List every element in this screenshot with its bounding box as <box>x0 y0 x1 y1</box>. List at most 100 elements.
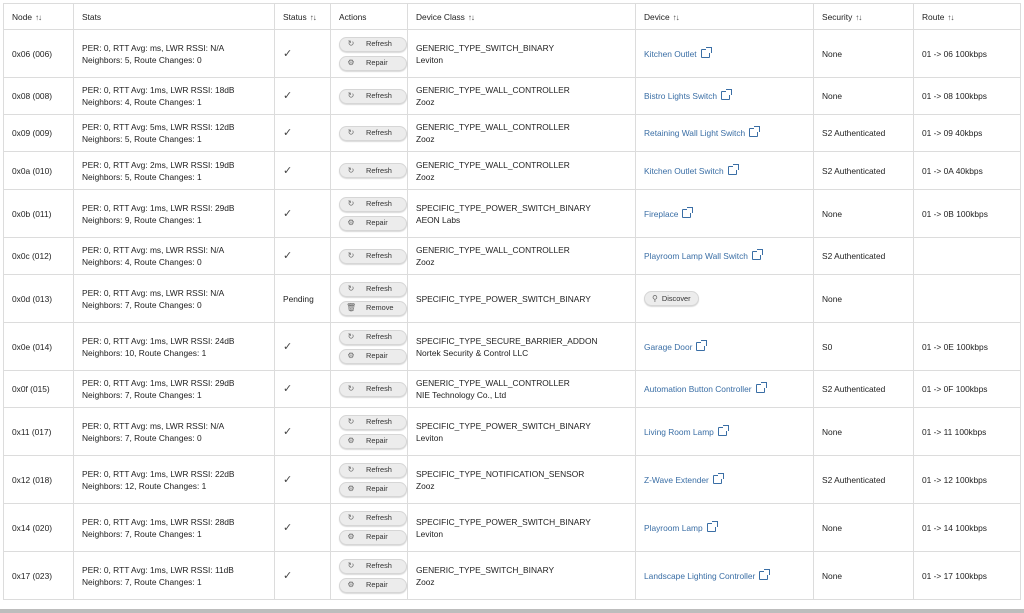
status-cell: ✓ <box>274 551 331 600</box>
table-row: 0x0e (014) PER: 0, RTT Avg: 1ms, LWR RSSI… <box>3 322 1021 371</box>
external-link-icon[interactable] <box>721 89 733 100</box>
stats-line-2: Neighbors: 7, Route Changes: 0 <box>82 432 202 443</box>
device-link[interactable]: Landscape Lighting Controller <box>644 571 755 581</box>
table-row: 0x09 (009) PER: 0, RTT Avg: 5ms, LWR RSSI… <box>3 114 1021 152</box>
stats-line-1: PER: 0, RTT Avg: 1ms, LWR RSSI: 24dB <box>82 335 235 346</box>
device-link[interactable]: Playroom Lamp Wall Switch <box>644 251 748 261</box>
device-manufacturer: AEON Labs <box>416 214 461 225</box>
device-link[interactable]: Living Room Lamp <box>644 427 714 437</box>
device-link[interactable]: Garage Door <box>644 342 692 352</box>
discover-button[interactable]: ⚲ Discover <box>644 291 699 306</box>
button-label: Repair <box>366 58 388 67</box>
external-link-icon[interactable] <box>727 163 739 175</box>
external-link-icon[interactable] <box>682 206 694 218</box>
refresh-button[interactable]: ↻ Refresh <box>339 36 407 52</box>
repair-button[interactable]: ⚙ Repair <box>339 529 407 545</box>
repair-button[interactable]: ⚙ Repair <box>339 433 407 449</box>
device-link[interactable]: Retaining Wall Light Switch <box>644 128 745 138</box>
external-link-icon[interactable] <box>751 249 763 260</box>
node-cell: 0x11 (017) <box>3 407 74 456</box>
node-id: 0x08 (008) <box>12 91 53 101</box>
column-header-status[interactable]: Status ↑↓ <box>274 3 331 30</box>
node-id: 0x0e (014) <box>12 341 53 352</box>
stats-line-2: Neighbors: 5, Route Changes: 1 <box>82 134 202 144</box>
route-text: 01 -> 0F 100kbps <box>922 384 988 394</box>
refresh-button[interactable]: ↻ Refresh <box>339 381 407 397</box>
security-cell: None <box>813 29 914 78</box>
refresh-button[interactable]: ↻ Refresh <box>339 88 407 104</box>
refresh-button[interactable]: ↻ Refresh <box>339 125 407 141</box>
column-header-route[interactable]: Route ↑↓ <box>913 3 1021 30</box>
external-link-icon[interactable] <box>706 520 718 532</box>
table-row: 0x0c (012) PER: 0, RTT Avg: ms, LWR RSSI:… <box>3 237 1021 275</box>
device-class-cell: GENERIC_TYPE_WALL_CONTROLLER Zooz <box>407 237 636 275</box>
column-header-device[interactable]: Device ↑↓ <box>635 3 814 30</box>
refresh-button[interactable]: ↻ Refresh <box>339 558 407 574</box>
stats-line-2: Neighbors: 10, Route Changes: 1 <box>82 347 207 358</box>
actions-cell: ↻ Refresh ⚙ Repair <box>330 322 408 371</box>
status-cell: Pending <box>274 274 331 323</box>
actions-cell: ↻ Refresh <box>330 114 408 152</box>
security-level: S0 <box>822 341 833 352</box>
device-class-type: SPECIFIC_TYPE_SECURE_BARRIER_ADDON <box>416 335 598 346</box>
column-header-device-class[interactable]: Device Class ↑↓ <box>407 3 636 30</box>
refresh-button[interactable]: ↻ Refresh <box>339 196 407 212</box>
device-cell: Bistro Lights Switch <box>635 77 814 115</box>
repair-button[interactable]: ⚙ Repair <box>339 481 407 497</box>
column-header-security[interactable]: Security ↑↓ <box>813 3 914 30</box>
refresh-button[interactable]: ↻ Refresh <box>339 329 407 345</box>
security-cell: None <box>813 551 914 600</box>
device-link[interactable]: Z-Wave Extender <box>644 475 709 485</box>
sort-icon[interactable]: ↑↓ <box>468 13 475 22</box>
device-class-type: SPECIFIC_TYPE_POWER_SWITCH_BINARY <box>416 420 591 431</box>
button-label: Refresh <box>366 91 392 100</box>
refresh-button[interactable]: ↻ Refresh <box>339 248 407 264</box>
repair-button[interactable]: ⚙ Repair <box>339 215 407 231</box>
external-link-icon[interactable] <box>696 339 708 351</box>
device-link[interactable]: Bistro Lights Switch <box>644 91 717 101</box>
column-header-node[interactable]: Node ↑↓ <box>3 3 74 30</box>
refresh-button[interactable]: ↻ Refresh <box>339 462 407 478</box>
stats-line-1: PER: 0, RTT Avg: 1ms, LWR RSSI: 22dB <box>82 468 235 479</box>
horizontal-scrollbar[interactable] <box>0 609 1024 613</box>
device-manufacturer: Leviton <box>416 54 444 65</box>
device-link[interactable]: Playroom Lamp <box>644 523 703 533</box>
table-row: 0x12 (018) PER: 0, RTT Avg: 1ms, LWR RSSI… <box>3 455 1021 504</box>
sort-icon[interactable]: ↑↓ <box>35 13 42 22</box>
sort-icon[interactable]: ↑↓ <box>310 13 317 22</box>
sort-icon[interactable]: ↑↓ <box>673 13 680 22</box>
device-manufacturer: Zooz <box>416 97 435 107</box>
repair-button[interactable]: ⚙ Repair <box>339 55 407 71</box>
external-link-icon[interactable] <box>700 46 712 58</box>
device-link[interactable]: Kitchen Outlet <box>644 49 697 59</box>
external-link-icon[interactable] <box>712 472 724 484</box>
device-class-type: SPECIFIC_TYPE_POWER_SWITCH_BINARY <box>416 516 591 527</box>
device-class-cell: GENERIC_TYPE_WALL_CONTROLLER Zooz <box>407 77 636 115</box>
repair-button[interactable]: ⚙ Repair <box>339 348 407 364</box>
button-label: Refresh <box>366 332 392 341</box>
stats-line-1: PER: 0, RTT Avg: ms, LWR RSSI: N/A <box>82 420 225 431</box>
refresh-button[interactable]: ↻ Refresh <box>339 281 407 297</box>
device-link[interactable]: Fireplace <box>644 209 678 219</box>
external-link-icon[interactable] <box>759 568 771 580</box>
external-link-icon[interactable] <box>717 424 729 436</box>
sort-icon[interactable]: ↑↓ <box>947 13 954 22</box>
external-link-icon[interactable] <box>749 126 761 137</box>
security-cell: S2 Authenticated <box>813 114 914 152</box>
repair-button[interactable]: ⚙ Repair <box>339 577 407 593</box>
refresh-button[interactable]: ↻ Refresh <box>339 163 407 178</box>
device-cell: Kitchen Outlet <box>635 29 814 78</box>
device-manufacturer: Nortek Security & Control LLC <box>416 347 529 358</box>
refresh-icon: ↻ <box>347 199 355 208</box>
remove-button[interactable]: 🗑 Remove <box>339 300 407 316</box>
device-cell: ⚲ Discover <box>635 274 814 323</box>
device-link[interactable]: Kitchen Outlet Switch <box>644 166 724 176</box>
external-link-icon[interactable] <box>755 382 767 393</box>
refresh-button[interactable]: ↻ Refresh <box>339 510 407 526</box>
device-link[interactable]: Automation Button Controller <box>644 384 752 394</box>
device-class-type: SPECIFIC_TYPE_POWER_SWITCH_BINARY <box>416 202 591 213</box>
refresh-button[interactable]: ↻ Refresh <box>339 414 407 430</box>
device-manufacturer: Zooz <box>416 480 435 491</box>
security-cell: S2 Authenticated <box>813 237 914 275</box>
sort-icon[interactable]: ↑↓ <box>855 13 862 22</box>
